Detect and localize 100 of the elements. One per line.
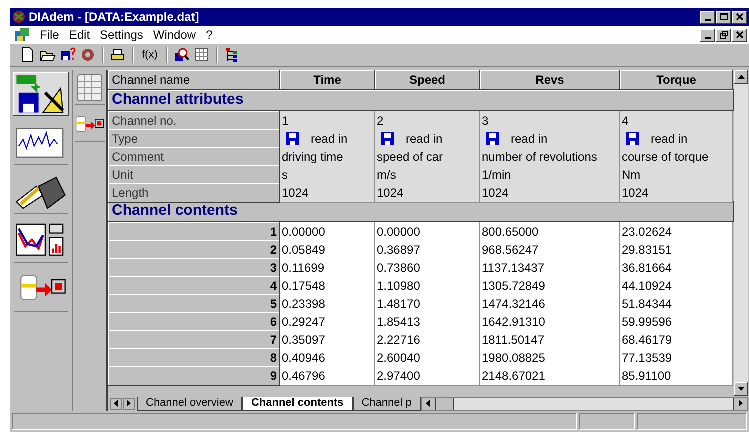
table-cell: 2.97400	[375, 366, 480, 386]
menu-item[interactable]: File	[40, 26, 60, 44]
table-cell: 29.83151	[620, 240, 733, 260]
table-cell: 51.84344	[620, 294, 733, 314]
table-cell: 68.46179	[620, 330, 733, 350]
scroll-down-button[interactable]	[734, 382, 748, 396]
close-icon	[734, 12, 744, 22]
table-cell: driving time	[280, 147, 375, 167]
row-header: 7	[108, 330, 280, 350]
table-cell: 1/min	[480, 165, 620, 185]
table-cell: 2	[375, 111, 480, 131]
column-header[interactable]: Channel name	[108, 70, 280, 90]
table-cell: 2148.67021	[480, 366, 620, 386]
row-header: 2	[108, 240, 280, 260]
table-cell: Nm	[620, 165, 733, 185]
close-icon	[734, 30, 744, 40]
magnifier-icon[interactable]	[174, 47, 190, 63]
formula-button[interactable]: f(x)	[140, 46, 160, 64]
sheet-tab[interactable]: Channel p	[352, 397, 421, 411]
table-cell: 968.56247	[480, 240, 620, 260]
table-cell: 1	[280, 111, 375, 131]
left-arrow-icon	[114, 400, 118, 407]
table-icon[interactable]	[74, 72, 104, 105]
table-cell: 4	[620, 111, 733, 131]
right-arrow-icon	[127, 400, 131, 407]
row-header: 5	[108, 294, 280, 314]
left-arrow-icon	[426, 400, 430, 407]
table-cell: 85.91100	[620, 366, 733, 386]
table-cell: 0.46796	[280, 366, 375, 386]
table-cell: 1980.08825	[480, 348, 620, 368]
cell-text: read in	[651, 130, 688, 148]
row-header: 1	[108, 222, 280, 242]
scroll-thumb[interactable]	[436, 398, 454, 410]
table-cell: 1024	[480, 183, 620, 203]
table-cell: 0.05849	[280, 240, 375, 260]
sheet-tab[interactable]: Channel overview	[137, 397, 242, 411]
down-arrow-icon	[738, 387, 744, 391]
menu-item[interactable]: Edit	[69, 26, 90, 44]
table-cell: 1.85413	[375, 312, 480, 332]
row-header: Type	[108, 129, 280, 149]
printer-icon[interactable]	[110, 47, 126, 63]
row-header: Channel no.	[108, 111, 280, 131]
new-document-icon[interactable]	[20, 47, 36, 63]
table-cell: m/s	[375, 165, 480, 185]
row-header: 8	[108, 348, 280, 368]
close-button[interactable]	[732, 28, 747, 42]
tab-scroll-left[interactable]	[110, 398, 122, 410]
restore-button[interactable]	[716, 28, 731, 42]
horizontal-scrollbar[interactable]	[420, 396, 748, 410]
table-cell: 0.35097	[280, 330, 375, 350]
menu-item[interactable]: ?	[206, 26, 213, 44]
column-header[interactable]: Torque	[620, 70, 733, 90]
tree-icon[interactable]	[224, 47, 240, 63]
menu-item[interactable]: Settings	[100, 26, 144, 44]
close-button[interactable]	[732, 10, 747, 24]
menu-item[interactable]: Window	[153, 26, 196, 44]
table-cell: 1642.91310	[480, 312, 620, 332]
table-cell: 1811.50147	[480, 330, 620, 350]
table-cell: 77.13539	[620, 348, 733, 368]
minimize-button[interactable]	[700, 28, 715, 42]
table-cell: 59.99596	[620, 312, 733, 332]
table-cell: 0.11699	[280, 258, 375, 278]
row-header: Length	[108, 183, 280, 203]
right-arrow-icon	[738, 400, 742, 407]
cell-text: read in	[311, 130, 348, 148]
section-header: Channel contents	[108, 201, 734, 222]
table-cell: course of torque	[620, 147, 733, 167]
minimize-button[interactable]	[700, 10, 715, 24]
column-header[interactable]: Speed	[375, 70, 480, 90]
column-header[interactable]: Revs	[480, 70, 620, 90]
up-arrow-icon	[738, 75, 744, 79]
table-cell: 36.81664	[620, 258, 733, 278]
scroll-left-button[interactable]	[422, 398, 436, 410]
maximize-button[interactable]	[716, 10, 731, 24]
table-cell: 1024	[280, 183, 375, 203]
app-icon	[12, 10, 26, 24]
window-title: DIAdem - [DATA:Example.dat]	[29, 9, 200, 26]
tab-scroll-right[interactable]	[123, 398, 135, 410]
table-cell: speed of car	[375, 147, 480, 167]
data-tools-icon[interactable]	[13, 72, 69, 116]
vertical-scrollbar[interactable]	[734, 70, 748, 396]
column-header[interactable]: Time	[280, 70, 375, 90]
table-cell: 1305.72849	[480, 276, 620, 296]
table-cell: 800.65000	[480, 222, 620, 242]
restore-icon	[718, 30, 728, 40]
table-cell: 1024	[375, 183, 480, 203]
sheet-tab[interactable]: Channel contents	[242, 397, 353, 411]
document-icon	[14, 28, 30, 42]
table-cell: 1.10980	[375, 276, 480, 296]
section-header: Channel attributes	[108, 90, 734, 111]
minimize-icon	[704, 36, 710, 38]
scroll-up-button[interactable]	[734, 70, 748, 84]
table-cell: 1024	[620, 183, 733, 203]
scroll-right-button[interactable]	[733, 398, 747, 410]
table-cell: 0.40946	[280, 348, 375, 368]
row-header: 3	[108, 258, 280, 278]
table-cell: 0.73860	[375, 258, 480, 278]
table-icon[interactable]	[194, 47, 210, 63]
save-help-icon[interactable]	[60, 47, 76, 63]
row-header: 6	[108, 312, 280, 332]
